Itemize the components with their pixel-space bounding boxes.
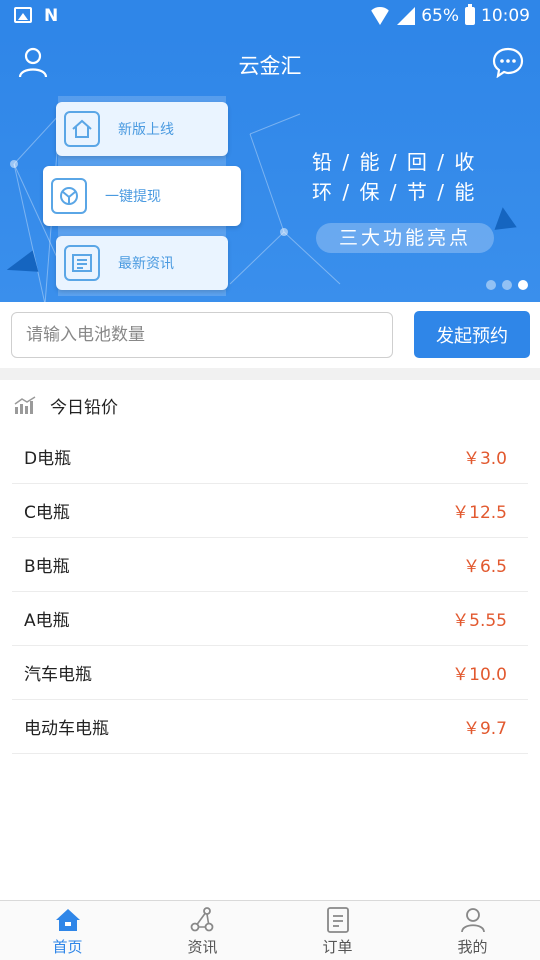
banner-card-new-version[interactable]: 新版上线 [56, 102, 228, 156]
banner-card-label: 新版上线 [118, 122, 174, 138]
nav-label: 订单 [322, 938, 353, 956]
nav-news[interactable]: 资讯 [135, 901, 270, 960]
bar-chart-icon [14, 396, 36, 414]
nav-home[interactable]: 首页 [0, 901, 135, 960]
banner-card-label: 最新资讯 [118, 256, 174, 272]
n-notification-icon: N [44, 6, 59, 26]
price-row[interactable]: B电瓶 ￥6.5 [12, 538, 528, 592]
price-row[interactable]: D电瓶 ￥3.0 [12, 430, 528, 484]
battery-type: B电瓶 [24, 557, 70, 577]
header-banner: 云金汇 新版上线 一键提现 最新资讯 铅 / 能 / 回 / 收 环 / 保 /… [0, 34, 540, 302]
price-row[interactable]: C电瓶 ￥12.5 [12, 484, 528, 538]
banner-dot-active[interactable] [518, 280, 528, 290]
nav-label: 资讯 [187, 938, 218, 956]
battery-price: ￥10.0 [452, 665, 507, 685]
withdraw-icon [51, 178, 87, 214]
banner-card-label: 一键提现 [105, 189, 161, 205]
battery-price: ￥9.7 [462, 719, 507, 739]
section-divider [0, 368, 540, 380]
news-icon [190, 907, 213, 932]
bottom-nav: 首页 资讯 订单 我的 [0, 900, 540, 960]
battery-quantity-input[interactable] [11, 312, 393, 358]
nav-label: 首页 [52, 938, 83, 956]
signal-icon [397, 7, 416, 25]
image-notification-icon [14, 7, 32, 23]
reserve-button[interactable]: 发起预约 [414, 311, 530, 358]
status-bar: N 65% 10:09 [0, 0, 540, 34]
price-row[interactable]: 电动车电瓶 ￥9.7 [12, 700, 528, 754]
banner-slogan-line1: 铅 / 能 / 回 / 收 [312, 150, 477, 174]
home-icon [55, 909, 80, 931]
battery-price: ￥3.0 [462, 449, 507, 469]
banner-card-news[interactable]: 最新资讯 [56, 236, 228, 290]
battery-price: ￥5.55 [452, 611, 507, 631]
price-row[interactable]: 汽车电瓶 ￥10.0 [12, 646, 528, 700]
nav-orders[interactable]: 订单 [270, 901, 405, 960]
battery-type: 汽车电瓶 [24, 665, 92, 685]
price-section-title: 今日铅价 [50, 397, 118, 418]
news-icon [64, 245, 100, 281]
battery-percent: 65% [421, 6, 459, 26]
price-section-header: 今日铅价 [0, 380, 540, 430]
battery-icon [465, 4, 475, 25]
banner-dot[interactable] [502, 280, 512, 290]
banner-slogan-line2: 环 / 保 / 节 / 能 [312, 180, 477, 204]
home-icon [64, 111, 100, 147]
wifi-icon [369, 7, 392, 25]
profile-icon [460, 908, 485, 933]
banner-dot[interactable] [486, 280, 496, 290]
banner-highlight: 三大功能亮点 [316, 223, 494, 253]
booking-row: 发起预约 [0, 302, 540, 368]
banner-card-withdraw[interactable]: 一键提现 [43, 166, 241, 226]
battery-price: ￥12.5 [452, 503, 507, 523]
battery-price: ￥6.5 [462, 557, 507, 577]
price-row[interactable]: A电瓶 ￥5.55 [12, 592, 528, 646]
price-list: D电瓶 ￥3.0 C电瓶 ￥12.5 B电瓶 ￥6.5 A电瓶 ￥5.55 汽车… [12, 430, 528, 754]
clock: 10:09 [481, 6, 530, 26]
battery-type: C电瓶 [24, 503, 70, 523]
battery-type: D电瓶 [24, 449, 72, 469]
nav-label: 我的 [457, 938, 488, 956]
battery-type: A电瓶 [24, 611, 70, 631]
nav-profile[interactable]: 我的 [405, 901, 540, 960]
battery-type: 电动车电瓶 [24, 719, 109, 739]
banner-pagination [486, 280, 528, 290]
order-icon [326, 907, 349, 933]
